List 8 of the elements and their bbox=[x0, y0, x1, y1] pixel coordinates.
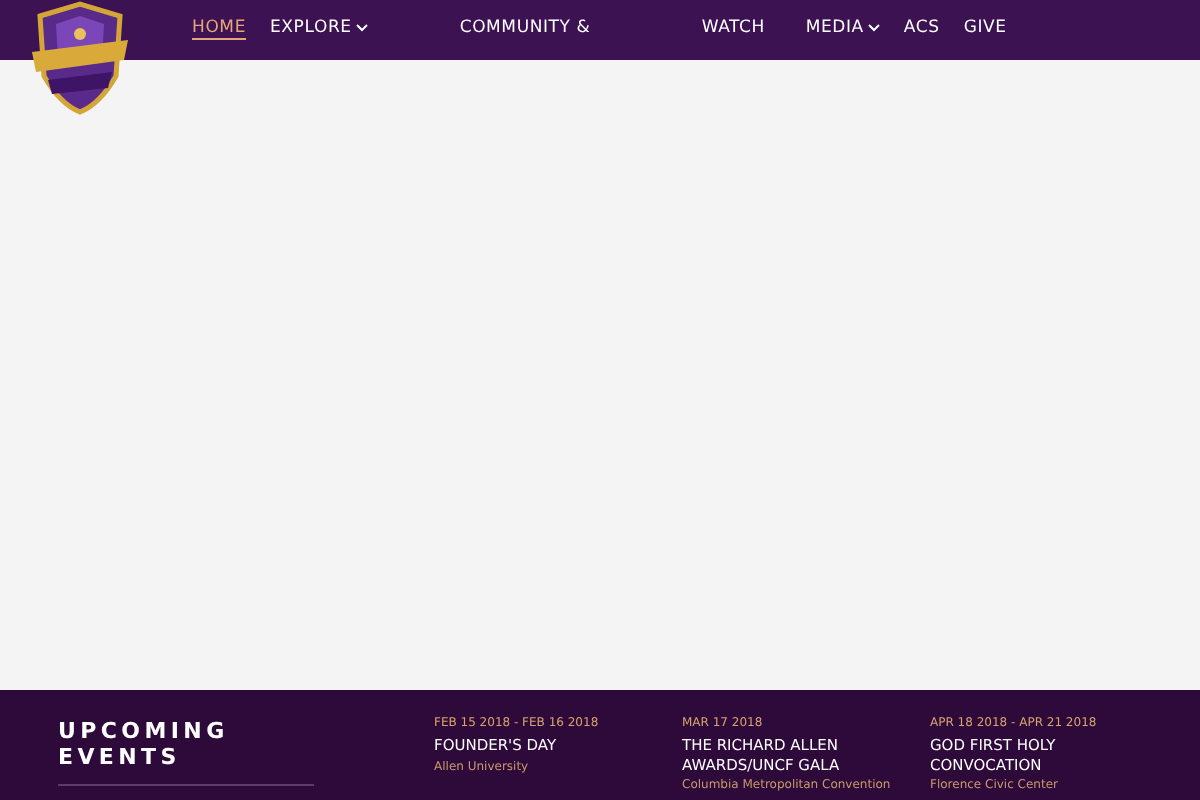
nav-link[interactable]: MEDIA bbox=[805, 18, 880, 38]
nav-link[interactable]: COMMUNITY & bbox=[459, 18, 676, 38]
nav-link[interactable]: WATCH bbox=[701, 18, 782, 38]
nav-link[interactable]: HOME bbox=[192, 18, 246, 38]
nav-link[interactable]: ACS bbox=[903, 18, 940, 38]
nav-link[interactable]: GIVE bbox=[963, 18, 1007, 38]
nav-link[interactable]: EXPLORE bbox=[270, 18, 368, 38]
section-heading: UPCOMING EVENTS bbox=[58, 718, 314, 786]
